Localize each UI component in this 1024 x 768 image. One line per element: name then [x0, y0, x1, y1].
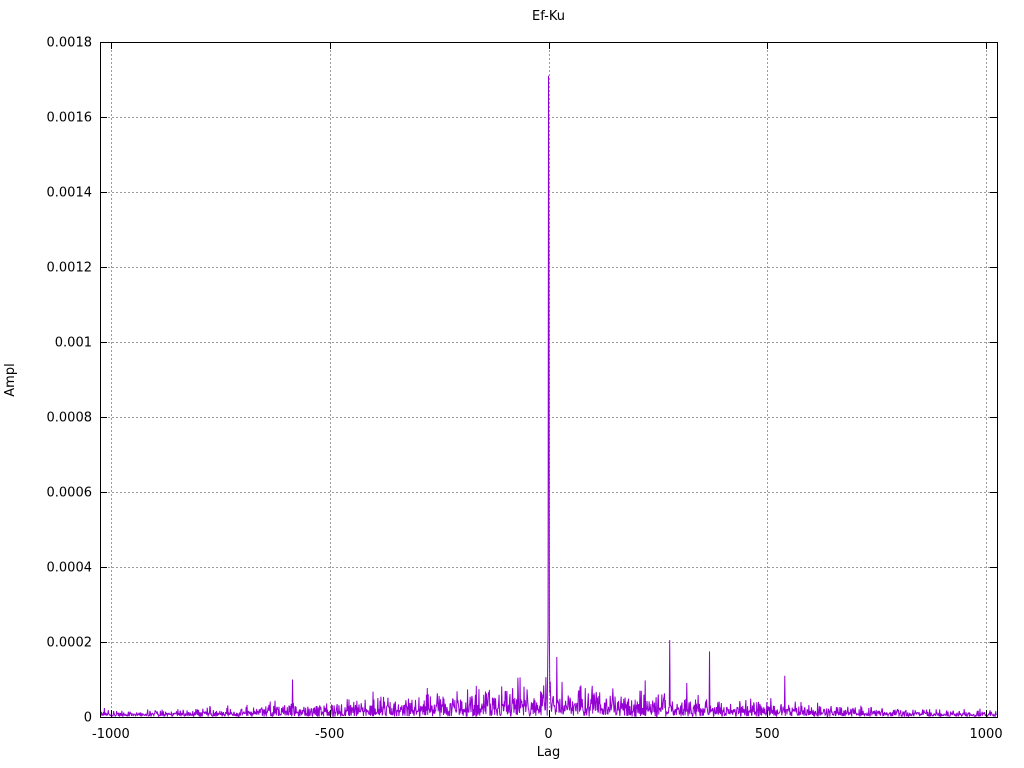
y-tick-label: 0.0004	[47, 561, 93, 576]
x-tick-label: 0	[544, 727, 552, 742]
y-tick-label: 0	[84, 711, 92, 726]
x-tick-label: 500	[755, 727, 780, 742]
y-tick-label: 0.0018	[47, 36, 93, 51]
y-tick-label: 0.0012	[47, 261, 93, 276]
data-series-line	[99, 75, 997, 718]
y-tick-label: 0.0014	[47, 186, 93, 201]
y-tick-label: 0.0006	[47, 486, 93, 501]
y-tick-label: 0.001	[55, 336, 92, 351]
x-tick-label: -500	[315, 727, 345, 742]
y-tick-label: 0.0016	[47, 111, 93, 126]
plot-area: -1000 -500 0 500 1000 0 0.0002 0.0004 0.0006 0.00…	[47, 36, 1003, 743]
gnuplot-chart-window: Ef-Ku Ampl Lag -1000 -500 0 500 1000 0 0.0002 0…	[0, 0, 1024, 768]
x-tick-label: 1000	[970, 727, 1003, 742]
y-tick-label: 0.0002	[47, 636, 93, 651]
x-tick-label: -1000	[92, 727, 130, 742]
y-tick-label: 0.0008	[47, 411, 93, 426]
